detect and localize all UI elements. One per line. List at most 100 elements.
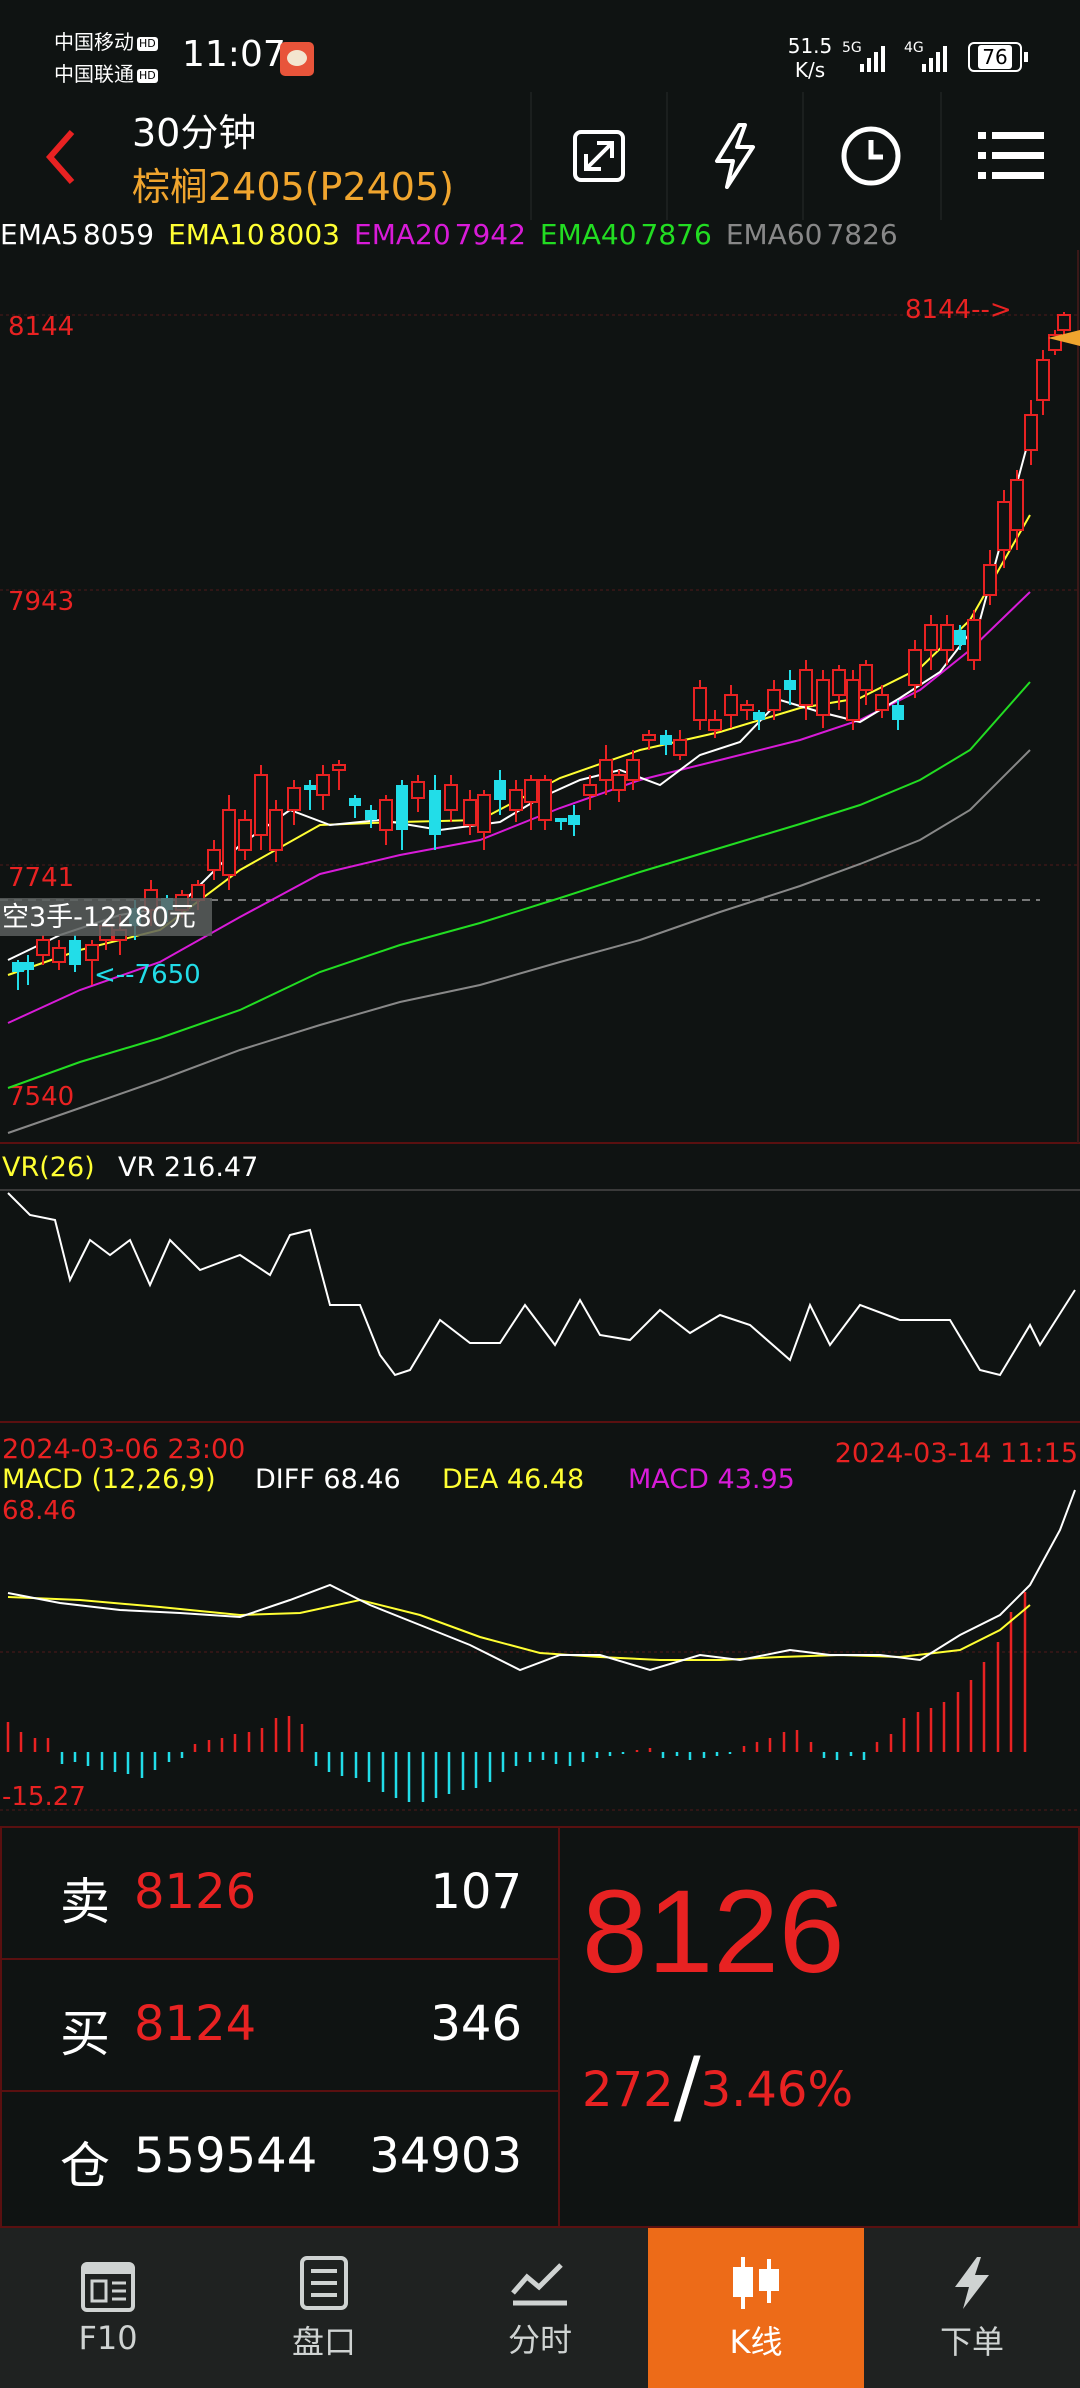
ema5-value: 8059 [82,218,155,251]
candle-body [477,794,491,833]
menu-button[interactable] [940,92,1080,220]
fullscreen-button[interactable] [530,92,666,220]
quote-panel: 卖 8126 107 买 8124 346 仓 559544 34903 812… [0,1826,1080,2228]
candle-body [22,962,34,970]
quick-trade-button[interactable] [666,92,802,220]
candle-body [379,799,393,831]
candle-body [444,784,458,811]
low-marker: <--7650 [94,960,201,990]
battery-tip [1024,52,1028,62]
price-label-low: 7540 [8,1082,74,1112]
candle-body [673,739,687,756]
nav-f10[interactable]: F10 [0,2228,216,2388]
ema40-label: EMA40 [539,218,637,251]
candle-body [238,819,252,851]
nav-kline[interactable]: K线 [648,2228,864,2388]
oi-value: 559544 [134,2128,318,2184]
lightning-icon [955,2257,989,2309]
candle-body [85,944,99,961]
back-button[interactable] [36,122,96,192]
kline-chart[interactable]: 8144 7943 7741 7540 8144--> <--7650 空3手-… [0,250,1080,1145]
position-label[interactable]: 空3手-12280元 [2,902,196,933]
candle-body [332,764,346,771]
candle-body [892,705,904,720]
price-change: 272 [582,2062,674,2118]
macd-dea: DEA 46.48 [442,1464,584,1495]
expand-icon [573,130,625,182]
candle-body [316,774,330,796]
candle-body [599,759,613,781]
nav-fenshi[interactable]: 分时 [432,2228,648,2388]
candle-body [1024,414,1038,451]
nav-order[interactable]: 下单 [864,2228,1080,2388]
candle-body [859,664,873,691]
sell-label: 卖 [60,1873,110,1931]
ema20-value: 7942 [454,218,526,251]
indicator-panels[interactable]: VR(26) VR 216.47 2024-03-06 23:00 2024-0… [0,1145,1080,1825]
oi-change: 34903 [369,2128,522,2184]
network-speed: 51.5 K/s [787,34,833,82]
candle-body [740,704,754,711]
candle-body [538,779,552,821]
bottom-nav: F10 盘口 分时 K线 下单 [0,2226,1080,2388]
ema60-label: EMA60 [725,218,823,251]
candle-body [69,940,81,965]
sell-volume: 107 [430,1864,522,1920]
candle-body [967,619,981,661]
ema10-label: EMA10 [168,218,265,251]
macd-max-label: 68.46 [2,1496,76,1526]
chevron-left-icon [46,130,75,184]
carrier-1: 中国移动 HD [54,30,158,54]
candle-body [832,669,846,696]
candle-body [583,784,597,796]
candle-body [524,779,538,803]
history-button[interactable] [802,92,938,220]
macd-end-time: 2024-03-14 11:15 [835,1438,1078,1469]
f10-icon [81,2262,135,2312]
nav-pankou[interactable]: 盘口 [216,2228,432,2388]
candle-body [568,815,580,825]
buy-volume: 346 [430,1996,522,2052]
candle-body [940,624,954,651]
macd-diff: DIFF 68.46 [255,1464,401,1495]
order-book-icon [300,2256,348,2310]
vr-title: VR(26) [2,1152,95,1183]
candlestick-icon [733,2257,779,2309]
candle-body [207,849,221,871]
signal-5g-icon [860,46,885,72]
intraday-chart-icon [511,2263,567,2306]
candle-body [799,669,813,706]
nav-f10-label: F10 [78,2319,138,2357]
period-title[interactable]: 30分钟 [132,102,256,157]
candle-body [983,564,997,596]
ema-legend: EMA5 8059 EMA10 8003 EMA20 7942 EMA40 7876 EMA60… [0,218,1080,252]
sell-row[interactable]: 卖 8126 107 [2,1828,558,1960]
candle-body [304,785,316,790]
candle-body [784,680,796,690]
candle-body [626,759,640,781]
instrument-name[interactable]: 棕榈2405(P2405) [132,156,454,211]
vr-line [7,1192,1076,1377]
candle-body [924,624,938,651]
candle-body [642,734,656,741]
candle-body [875,694,889,711]
candle-body [396,785,408,830]
buy-row[interactable]: 买 8124 346 [2,1960,558,2092]
separator: / [673,2040,701,2133]
ema40-value: 7876 [640,218,712,251]
ema20-label: EMA20 [354,218,451,251]
candle-body [365,810,377,820]
last-price: 8126 [582,1866,845,1998]
candle-body [753,712,765,720]
macd-value: MACD 43.95 [628,1464,795,1495]
dea-line [7,1596,1031,1661]
price-change-pct: 3.46% [700,2062,854,2118]
signal-4g-icon [922,46,947,72]
candle-body [411,781,425,799]
candle-body [846,679,860,721]
ema10-value: 8003 [268,218,340,251]
candle-body [660,735,672,745]
battery-icon: 76 [968,42,1022,72]
candle-body [908,649,922,686]
candle-body [287,787,301,811]
